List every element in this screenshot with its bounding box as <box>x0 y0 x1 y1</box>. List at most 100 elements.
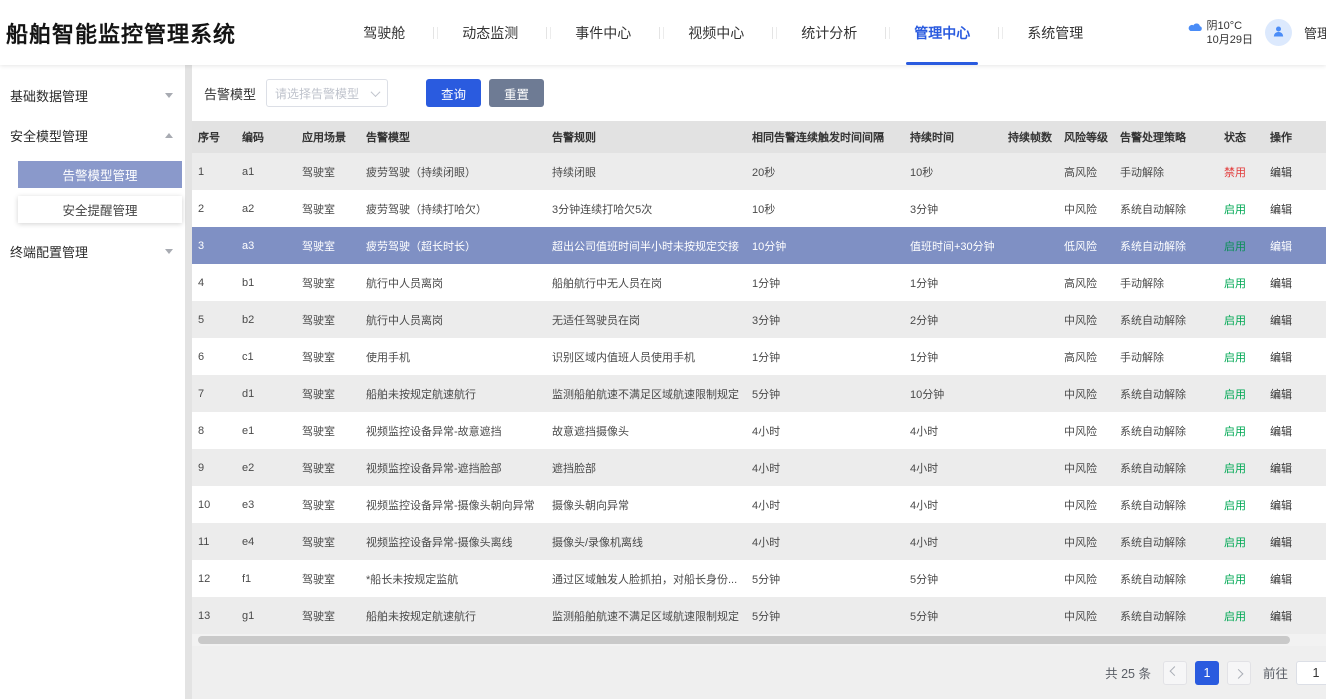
cell-risk: 中风险 <box>1058 412 1114 449</box>
cell-status: 启用 <box>1218 523 1264 560</box>
table-row[interactable]: 8e1驾驶室视频监控设备异常-故意遮挡故意遮挡摄像头4小时4小时中风险系统自动解… <box>192 412 1326 449</box>
cell-duration: 值班时间+30分钟 <box>904 227 1002 264</box>
cell-action: 编辑 <box>1264 412 1326 449</box>
sidebar-group-2[interactable]: 安全模型管理 <box>0 115 185 155</box>
nav-item-4[interactable]: 视频中心 <box>664 0 768 65</box>
cloud-icon <box>1187 21 1203 36</box>
cell-code: c1 <box>236 338 296 375</box>
column-header-9: 风险等级 <box>1058 121 1114 153</box>
table-row[interactable]: 6c1驾驶室使用手机识别区域内值班人员使用手机1分钟1分钟高风险手动解除启用编辑 <box>192 338 1326 375</box>
sidebar-group-1[interactable]: 基础数据管理 <box>0 75 185 115</box>
cell-scene: 驾驶室 <box>296 338 360 375</box>
alarm-model-select[interactable]: 请选择告警模型 <box>266 79 388 107</box>
cell-strategy: 系统自动解除 <box>1114 523 1218 560</box>
cell-strategy: 系统自动解除 <box>1114 227 1218 264</box>
cell-status: 启用 <box>1218 301 1264 338</box>
cell-scene: 驾驶室 <box>296 227 360 264</box>
cell-model: 船舶未按规定航速航行 <box>360 597 546 634</box>
search-button[interactable]: 查询 <box>426 79 481 107</box>
sidebar-group-5[interactable]: 终端配置管理 <box>0 231 185 271</box>
table-row[interactable]: 4b1驾驶室航行中人员离岗船舶航行中无人员在岗1分钟1分钟高风险手动解除启用编辑 <box>192 264 1326 301</box>
cell-scene: 驾驶室 <box>296 597 360 634</box>
table-row[interactable]: 7d1驾驶室船舶未按规定航速航行监测船舶航速不满足区域航速限制规定5分钟10分钟… <box>192 375 1326 412</box>
cell-rule: 监测船舶航速不满足区域航速限制规定 <box>546 375 746 412</box>
cell-risk: 低风险 <box>1058 227 1114 264</box>
user-name-label[interactable]: 管理 <box>1304 23 1326 42</box>
cell-interval: 10分钟 <box>746 227 904 264</box>
table-row[interactable]: 3a3驾驶室疲劳驾驶（超长时长）超出公司值班时间半小时未按规定交接10分钟值班时… <box>192 227 1326 264</box>
next-page-button[interactable] <box>1227 661 1251 685</box>
status-badge: 启用 <box>1224 537 1246 549</box>
cell-interval: 4小时 <box>746 523 904 560</box>
cell-status: 启用 <box>1218 190 1264 227</box>
status-badge: 禁用 <box>1224 167 1246 179</box>
nav-item-7[interactable]: 系统管理 <box>1003 0 1107 65</box>
cell-rule: 摄像头/录像机离线 <box>546 523 746 560</box>
status-badge: 启用 <box>1224 574 1246 586</box>
cell-frames <box>1002 301 1058 338</box>
cell-interval: 4小时 <box>746 412 904 449</box>
column-header-2: 编码 <box>236 121 296 153</box>
table-row[interactable]: 11e4驾驶室视频监控设备异常-摄像头离线摄像头/录像机离线4小时4小时中风险系… <box>192 523 1326 560</box>
nav-separator <box>659 27 660 39</box>
edit-button[interactable]: 编辑 <box>1270 278 1292 290</box>
cell-rule: 监测船舶航速不满足区域航速限制规定 <box>546 597 746 634</box>
table-row[interactable]: 12f1驾驶室*船长未按规定监航通过区域触发人脸抓拍，对船长身份...5分钟5分… <box>192 560 1326 597</box>
cell-status: 禁用 <box>1218 153 1264 190</box>
status-badge: 启用 <box>1224 611 1246 623</box>
edit-button[interactable]: 编辑 <box>1270 500 1292 512</box>
edit-button[interactable]: 编辑 <box>1270 315 1292 327</box>
cell-model: 航行中人员离岗 <box>360 301 546 338</box>
edit-button[interactable]: 编辑 <box>1270 426 1292 438</box>
edit-button[interactable]: 编辑 <box>1270 537 1292 549</box>
status-badge: 启用 <box>1224 500 1246 512</box>
cell-duration: 1分钟 <box>904 264 1002 301</box>
cell-model: 疲劳驾驶（超长时长） <box>360 227 546 264</box>
nav-item-3[interactable]: 事件中心 <box>551 0 655 65</box>
edit-button[interactable]: 编辑 <box>1270 167 1292 179</box>
alarm-model-table: 序号编码应用场景告警模型告警规则相同告警连续触发时间间隔持续时间持续帧数风险等级… <box>192 121 1326 634</box>
nav-item-6[interactable]: 管理中心 <box>890 0 994 65</box>
table-row[interactable]: 5b2驾驶室航行中人员离岗无适任驾驶员在岗3分钟2分钟中风险系统自动解除启用编辑 <box>192 301 1326 338</box>
horizontal-scrollbar-thumb[interactable] <box>198 636 1290 644</box>
table-row[interactable]: 9e2驾驶室视频监控设备异常-遮挡脸部遮挡脸部4小时4小时中风险系统自动解除启用… <box>192 449 1326 486</box>
edit-button[interactable]: 编辑 <box>1270 463 1292 475</box>
cell-code: e3 <box>236 486 296 523</box>
cell-no: 13 <box>192 597 236 634</box>
sidebar-item-4[interactable]: 安全提醒管理 <box>18 196 182 223</box>
page-number-button[interactable]: 1 <box>1195 661 1219 685</box>
cell-code: f1 <box>236 560 296 597</box>
cell-risk: 高风险 <box>1058 153 1114 190</box>
goto-page-input[interactable] <box>1296 661 1326 685</box>
status-badge: 启用 <box>1224 241 1246 253</box>
cell-interval: 10秒 <box>746 190 904 227</box>
edit-button[interactable]: 编辑 <box>1270 574 1292 586</box>
edit-button[interactable]: 编辑 <box>1270 241 1292 253</box>
table-row[interactable]: 10e3驾驶室视频监控设备异常-摄像头朝向异常摄像头朝向异常4小时4小时中风险系… <box>192 486 1326 523</box>
nav-item-1[interactable]: 驾驶舱 <box>339 0 429 65</box>
nav-item-2[interactable]: 动态监测 <box>438 0 542 65</box>
cell-no: 4 <box>192 264 236 301</box>
cell-duration: 5分钟 <box>904 560 1002 597</box>
user-avatar[interactable] <box>1265 19 1292 46</box>
edit-button[interactable]: 编辑 <box>1270 611 1292 623</box>
cell-code: d1 <box>236 375 296 412</box>
sidebar-item-3[interactable]: 告警模型管理 <box>18 161 182 188</box>
cell-interval: 1分钟 <box>746 338 904 375</box>
table-row[interactable]: 13g1驾驶室船舶未按规定航速航行监测船舶航速不满足区域航速限制规定5分钟5分钟… <box>192 597 1326 634</box>
nav-item-5[interactable]: 统计分析 <box>777 0 881 65</box>
sidebar-group-label: 基础数据管理 <box>10 86 88 105</box>
chevron-down-icon <box>165 249 173 254</box>
table-row[interactable]: 1a1驾驶室疲劳驾驶（持续闭眼）持续闭眼20秒10秒高风险手动解除禁用编辑 <box>192 153 1326 190</box>
edit-button[interactable]: 编辑 <box>1270 204 1292 216</box>
nav-separator <box>998 27 999 39</box>
edit-button[interactable]: 编辑 <box>1270 389 1292 401</box>
cell-status: 启用 <box>1218 375 1264 412</box>
table-row[interactable]: 2a2驾驶室疲劳驾驶（持续打哈欠）3分钟连续打哈欠5次10秒3分钟中风险系统自动… <box>192 190 1326 227</box>
prev-page-button[interactable] <box>1163 661 1187 685</box>
edit-button[interactable]: 编辑 <box>1270 352 1292 364</box>
cell-scene: 驾驶室 <box>296 264 360 301</box>
cell-model: 船舶未按规定航速航行 <box>360 375 546 412</box>
cell-rule: 3分钟连续打哈欠5次 <box>546 190 746 227</box>
reset-button[interactable]: 重置 <box>489 79 544 107</box>
